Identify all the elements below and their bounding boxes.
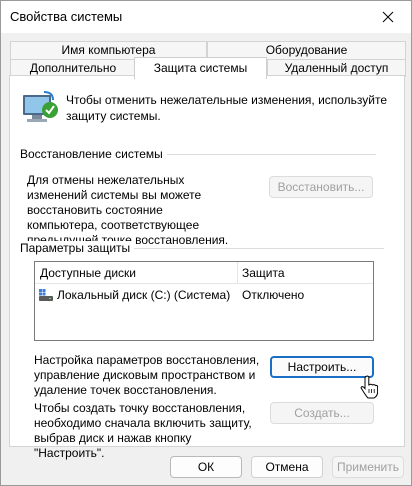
create-description: Чтобы создать точку восстановления, необ… bbox=[34, 401, 252, 460]
disk-protection-status: Отключено bbox=[242, 288, 305, 302]
close-button[interactable] bbox=[365, 1, 411, 33]
restore-button[interactable]: Восстановить... bbox=[269, 176, 373, 198]
column-available-disks[interactable]: Доступные диски bbox=[40, 266, 136, 280]
disks-listview[interactable]: Доступные диски Защита Локальный диск (C… bbox=[34, 261, 374, 341]
intro-text: Чтобы отменить нежелательные изменения, … bbox=[66, 93, 388, 123]
close-icon bbox=[382, 11, 394, 23]
column-separator bbox=[237, 262, 238, 284]
table-row[interactable]: Локальный диск (C:) (Система) Отключено bbox=[35, 285, 373, 305]
apply-button[interactable]: Применить bbox=[332, 456, 404, 478]
drive-icon bbox=[39, 289, 53, 301]
listview-header: Доступные диски Защита bbox=[35, 262, 373, 284]
title-bar: Свойства системы bbox=[1, 1, 411, 33]
cancel-button[interactable]: Отмена bbox=[251, 456, 323, 478]
system-properties-window: Свойства системы Имя компьютера Оборудов… bbox=[0, 0, 412, 486]
hand-pointer-icon bbox=[360, 375, 378, 399]
protection-group-label: Параметры защиты bbox=[20, 241, 135, 255]
ok-button[interactable]: ОК bbox=[170, 456, 242, 478]
create-button[interactable]: Создать... bbox=[270, 402, 374, 424]
disk-name: Локальный диск (C:) (Система) bbox=[57, 288, 231, 302]
window-title: Свойства системы bbox=[10, 9, 123, 24]
configure-button[interactable]: Настроить... bbox=[270, 356, 374, 378]
configure-description: Настройка параметров восстановления, упр… bbox=[34, 353, 260, 397]
tab-system-protection[interactable]: Защита системы bbox=[134, 57, 267, 79]
system-protection-icon bbox=[23, 91, 58, 122]
column-protection[interactable]: Защита bbox=[242, 266, 285, 280]
restore-group-label: Восстановление системы bbox=[20, 147, 167, 161]
restore-description: Для отмены нежелательных изменений систе… bbox=[27, 173, 229, 247]
